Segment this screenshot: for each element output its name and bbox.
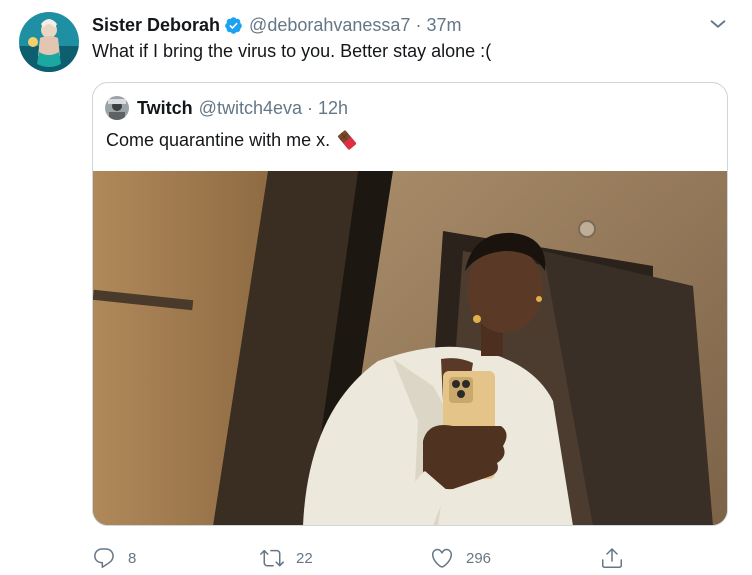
author-avatar[interactable]	[19, 12, 79, 72]
reply-icon	[94, 548, 114, 568]
tweet-header: Sister Deborah @deborahvanessa7 · 37m	[92, 14, 461, 36]
tweet-text: What if I bring the virus to you. Better…	[92, 41, 492, 61]
separator-dot: ·	[415, 14, 422, 35]
share-icon	[602, 548, 622, 568]
author-name[interactable]: Sister Deborah	[92, 15, 220, 36]
quoted-author-name: Twitch	[137, 98, 193, 118]
quoted-tweet-time: 12h	[318, 98, 349, 118]
quoted-author-avatar	[105, 96, 129, 120]
reply-count: 8	[128, 549, 137, 567]
author-handle[interactable]: @deborahvanessa7	[249, 15, 410, 36]
chocolate-bar-icon	[338, 130, 357, 150]
like-count: 296	[466, 549, 492, 567]
retweet-button[interactable]: 22	[260, 544, 313, 572]
reply-button[interactable]: 8	[92, 544, 136, 572]
like-button[interactable]: 296	[430, 544, 491, 572]
quoted-tweet[interactable]: Twitch @twitch4eva · 12h Come quarantine…	[92, 82, 728, 526]
chevron-down-icon[interactable]	[707, 13, 729, 35]
quoted-author-handle: @twitch4eva	[198, 98, 302, 118]
quoted-tweet-header: Twitch @twitch4eva · 12h	[137, 98, 348, 119]
share-button[interactable]	[600, 544, 624, 572]
quoted-separator-dot: ·	[307, 98, 313, 118]
like-icon	[431, 548, 453, 568]
retweet-icon	[260, 549, 284, 567]
quoted-tweet-photo[interactable]	[93, 171, 727, 526]
tweet-time[interactable]: 37m	[426, 15, 461, 36]
tweet-actions: 8 22 296	[92, 544, 728, 572]
quoted-tweet-text-row: Come quarantine with me x.	[106, 129, 358, 151]
retweet-count: 22	[296, 549, 313, 567]
quoted-tweet-text: Come quarantine with me x.	[106, 129, 331, 150]
verified-badge-icon	[225, 16, 242, 34]
